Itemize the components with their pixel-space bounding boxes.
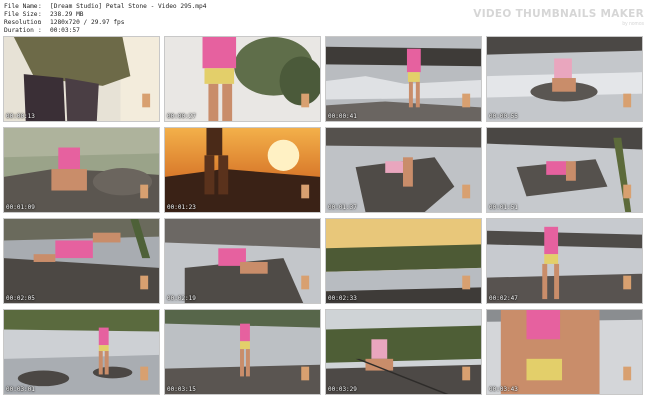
file-name-key: File Name	[4, 3, 38, 10]
brand-watermark: VIDEO THUMBNAILS MAKER	[473, 8, 644, 20]
thumbnail-2[interactable]: 00:00:27	[164, 36, 321, 122]
thumbnail-5-frame	[4, 128, 159, 212]
file-name-row: File Name : [Dream Studio] Petal Stone -…	[4, 3, 404, 11]
thumbnail-7[interactable]: 00:01:37	[325, 127, 482, 213]
thumbnail-2-timestamp: 00:00:27	[167, 113, 196, 120]
resolution-sep: :	[38, 19, 42, 26]
thumbnail-1[interactable]: 00:00:13	[3, 36, 160, 122]
thumbnail-15-timestamp: 00:03:29	[328, 386, 357, 393]
thumbnail-8-frame	[487, 128, 642, 212]
thumbnail-6-frame	[165, 128, 320, 212]
resolution-row: Resolution : 1280x720 / 29.97 fps	[4, 19, 404, 27]
thumbnail-11-frame	[326, 219, 481, 303]
thumbnail-12-timestamp: 00:02:47	[489, 295, 518, 302]
thumbnail-16-timestamp: 00:03:43	[489, 386, 518, 393]
thumbnail-6-timestamp: 00:01:23	[167, 204, 196, 211]
duration-value: 00:03:57	[50, 27, 80, 34]
thumbnail-7-frame	[326, 128, 481, 212]
duration-key: Duration	[4, 27, 34, 34]
thumbnail-4-timestamp: 00:00:55	[489, 113, 518, 120]
resolution-key: Resolution	[4, 19, 42, 26]
file-name-sep: :	[38, 3, 42, 10]
thumbnail-9-timestamp: 00:02:05	[6, 295, 35, 302]
thumbnail-10[interactable]: 00:02:19	[164, 218, 321, 304]
thumbnail-11-timestamp: 00:02:33	[328, 295, 357, 302]
thumbnail-1-timestamp: 00:00:13	[6, 113, 35, 120]
resolution-value: 1280x720 / 29.97 fps	[50, 19, 125, 26]
thumbnail-1-frame	[4, 37, 159, 121]
brand-subtitle: by nomos	[622, 21, 644, 27]
thumbnail-5-timestamp: 00:01:09	[6, 204, 35, 211]
file-info-header: File Name : [Dream Studio] Petal Stone -…	[4, 3, 404, 35]
thumbnail-6[interactable]: 00:01:23	[164, 127, 321, 213]
thumbnail-4-frame	[487, 37, 642, 121]
thumbnail-15[interactable]: 00:03:29	[325, 309, 482, 395]
thumbnail-7-timestamp: 00:01:37	[328, 204, 357, 211]
thumbnail-10-frame	[165, 219, 320, 303]
thumbnail-4[interactable]: 00:00:55	[486, 36, 643, 122]
thumbnail-10-timestamp: 00:02:19	[167, 295, 196, 302]
thumbnail-13-frame	[4, 310, 159, 394]
thumbnail-3-frame	[326, 37, 481, 121]
thumbnail-14[interactable]: 00:03:15	[164, 309, 321, 395]
thumbnail-8-timestamp: 00:01:51	[489, 204, 518, 211]
thumbnail-3-timestamp: 00:00:41	[328, 113, 357, 120]
thumbnail-5[interactable]: 00:01:09	[3, 127, 160, 213]
duration-row: Duration : 00:03:57	[4, 27, 404, 35]
thumbnail-14-frame	[165, 310, 320, 394]
duration-sep: :	[38, 27, 42, 34]
thumbnail-11[interactable]: 00:02:33	[325, 218, 482, 304]
thumbnail-9-frame	[4, 219, 159, 303]
thumbnail-2-frame	[165, 37, 320, 121]
thumbnail-13[interactable]: 00:03:01	[3, 309, 160, 395]
thumbnail-8[interactable]: 00:01:51	[486, 127, 643, 213]
thumbnail-16[interactable]: 00:03:43	[486, 309, 643, 395]
file-size-row: File Size : 238.29 MB	[4, 11, 404, 19]
thumbnail-grid: 00:00:13 00:00:27 00:00:41 00:00:55 00:0…	[3, 36, 643, 395]
file-size-sep: :	[38, 11, 42, 18]
thumbnail-3[interactable]: 00:00:41	[325, 36, 482, 122]
thumbnail-12[interactable]: 00:02:47	[486, 218, 643, 304]
thumbnail-16-frame	[487, 310, 642, 394]
file-size-value: 238.29 MB	[50, 11, 84, 18]
thumbnail-12-frame	[487, 219, 642, 303]
thumbnail-15-frame	[326, 310, 481, 394]
thumbnail-9[interactable]: 00:02:05	[3, 218, 160, 304]
file-size-key: File Size	[4, 11, 38, 18]
file-name-value: [Dream Studio] Petal Stone - Video 295.m…	[50, 3, 207, 10]
thumbnail-13-timestamp: 00:03:01	[6, 386, 35, 393]
thumbnail-14-timestamp: 00:03:15	[167, 386, 196, 393]
